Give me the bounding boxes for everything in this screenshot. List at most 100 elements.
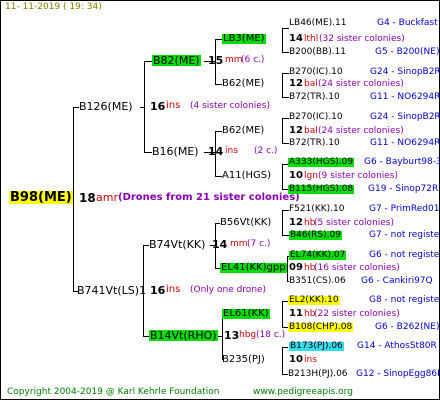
queen-name[interactable]: B46(RS).09	[289, 231, 342, 240]
footer-url[interactable]: www.pedigreeapis.org	[253, 388, 353, 397]
connector-line	[287, 256, 288, 282]
pedigree-group-tag[interactable]: G6 - B262(NE)	[375, 323, 439, 332]
pedigree-group-tag[interactable]: G8 - not registe	[369, 296, 439, 305]
drone-count: 10	[289, 354, 303, 365]
drone-count: 15	[208, 54, 224, 67]
drone-count: 14	[208, 145, 224, 158]
queen-name[interactable]: EL41(KK)gpp	[220, 263, 287, 273]
queen-name[interactable]: B108(CHP).08	[288, 323, 354, 332]
drone-count: 13	[224, 329, 240, 342]
breed-code: ins	[166, 100, 181, 111]
connector-line	[215, 39, 222, 40]
queen-name[interactable]: B200(BB).11	[289, 48, 346, 57]
breed-code: amr	[96, 191, 118, 204]
connector-line	[282, 73, 289, 74]
breed-code: bal	[304, 79, 318, 89]
copyright-text: Copyright 2004-2019 @ Karl Kehrle Founda…	[7, 387, 220, 397]
sister-colonies-note: (24 sister colonies)	[318, 79, 404, 89]
connector-line	[144, 152, 152, 153]
pedigree-group-tag[interactable]: G19 - Sinop72R	[368, 185, 438, 194]
sister-colonies-note: (5 sister colonies)	[314, 218, 395, 228]
sister-colonies-note: (Drones from 21 sister colonies)	[118, 192, 300, 203]
queen-name[interactable]: B62(ME)	[222, 126, 264, 136]
connector-line	[215, 131, 222, 132]
drone-count: 14	[289, 33, 303, 44]
queen-name[interactable]: B126(ME)	[79, 101, 133, 112]
connector-line	[282, 28, 283, 53]
sister-colonies-note: (Only one drone)	[190, 285, 267, 295]
connector-line	[215, 84, 222, 85]
pedigree-group-tag[interactable]: G4 - Buckfast	[377, 19, 438, 28]
pedigree-group-tag[interactable]: G14 - AthosSt80R	[357, 342, 437, 351]
queen-name-root[interactable]: B98(ME)	[9, 191, 73, 204]
breed-code: lgn	[304, 171, 318, 181]
breed-code: lthl	[304, 34, 319, 44]
sister-colonies-note: (7 c.)	[247, 239, 271, 249]
queen-name[interactable]: B270(IC).10	[289, 68, 343, 77]
queen-name[interactable]: EL74(KK).07	[289, 251, 347, 260]
queen-name[interactable]: B82(ME)	[152, 55, 201, 66]
queen-name[interactable]: LB46(ME).11	[289, 19, 346, 28]
queen-name[interactable]: A11(HGS)	[222, 171, 271, 181]
pedigree-group-tag[interactable]: G5 - B200(NE)	[375, 48, 439, 57]
sister-colonies-note: (9 sister colonies)	[318, 171, 399, 181]
connector-line	[282, 28, 289, 29]
connector-line	[282, 347, 288, 348]
queen-name[interactable]: B14Vt(RHO)	[149, 330, 218, 341]
connector-line	[282, 118, 283, 144]
pedigree-group-tag[interactable]: G12 - SinopEgg86R	[356, 370, 440, 379]
queen-name[interactable]: LB3(ME)	[222, 34, 266, 44]
pedigree-group-tag[interactable]: G6 - Cankiri97Q	[361, 277, 433, 286]
breed-code: ins	[166, 284, 181, 295]
pedigree-group-tag[interactable]: G24 - SinopB2R	[370, 113, 440, 122]
connector-line	[282, 301, 283, 328]
drone-count: 10	[289, 170, 303, 181]
queen-name[interactable]: B115(HGS).08	[288, 185, 355, 194]
drone-count: 14	[212, 238, 228, 251]
connector-line	[282, 73, 283, 98]
drone-count: 12	[289, 217, 303, 228]
queen-name[interactable]: B173(PJ).06	[289, 342, 344, 351]
queen-name[interactable]: B16(ME)	[152, 146, 199, 157]
drone-count: 12	[289, 125, 303, 136]
breed-code: hbg	[239, 330, 257, 340]
queen-name[interactable]: B213H(PJ).06	[288, 370, 348, 379]
pedigree-group-tag[interactable]: G11 - NO6294R	[370, 93, 440, 102]
sister-colonies-note: (18 c.)	[256, 330, 286, 340]
connector-line	[215, 176, 222, 177]
queen-name[interactable]: A333(HGS).09	[288, 158, 355, 167]
queen-name[interactable]: B270(IC).10	[289, 113, 343, 122]
queen-name[interactable]: EL2(KK).10	[288, 296, 340, 305]
queen-name[interactable]: B72(TR).10	[289, 139, 340, 148]
queen-name[interactable]: B62(ME)	[222, 79, 264, 89]
queen-name[interactable]: B235(PJ)	[222, 355, 265, 365]
sister-colonies-note: (6 c.)	[241, 55, 265, 65]
drone-count: 16	[150, 100, 166, 113]
connector-line	[282, 143, 289, 144]
pedigree-group-tag[interactable]: G11 - NO6294R	[370, 139, 440, 148]
queen-name[interactable]: F521(KK).10	[289, 205, 345, 214]
connector-line	[282, 210, 283, 236]
pedigree-group-tag[interactable]: G6 - not registe	[369, 251, 439, 260]
queen-name[interactable]: EL61(KK)	[222, 309, 270, 319]
breed-code: mm	[230, 239, 248, 249]
connector-line	[282, 210, 289, 211]
breed-code: bal	[304, 126, 318, 136]
pedigree-group-tag[interactable]: G7 - not registe	[369, 231, 439, 240]
queen-name[interactable]: B72(TR).10	[289, 93, 340, 102]
queen-name[interactable]: B56Vt(KK)	[220, 218, 271, 228]
pedigree-group-tag[interactable]: G7 - PrimRed01	[369, 205, 439, 214]
pedigree-group-tag[interactable]: G24 - SinopB2R	[370, 68, 440, 77]
sister-colonies-note: (4 sister colonies)	[190, 101, 271, 111]
queen-name[interactable]: B741Vt(LS)1	[77, 285, 146, 296]
breed-code: ins	[304, 355, 317, 365]
sister-colonies-note: (32 sister colonies)	[319, 34, 405, 44]
pedigree-group-tag[interactable]: G6 - Bayburt98-3	[364, 158, 440, 167]
sister-colonies-note: (24 sister colonies)	[318, 126, 404, 136]
queen-name[interactable]: B74Vt(KK)	[149, 239, 205, 250]
connector-line	[282, 97, 289, 98]
queen-name[interactable]: B351(CS).06	[289, 277, 346, 286]
connector-line	[282, 118, 289, 119]
sister-colonies-note: (2 c.)	[254, 146, 278, 156]
breed-code: ins	[225, 146, 238, 156]
